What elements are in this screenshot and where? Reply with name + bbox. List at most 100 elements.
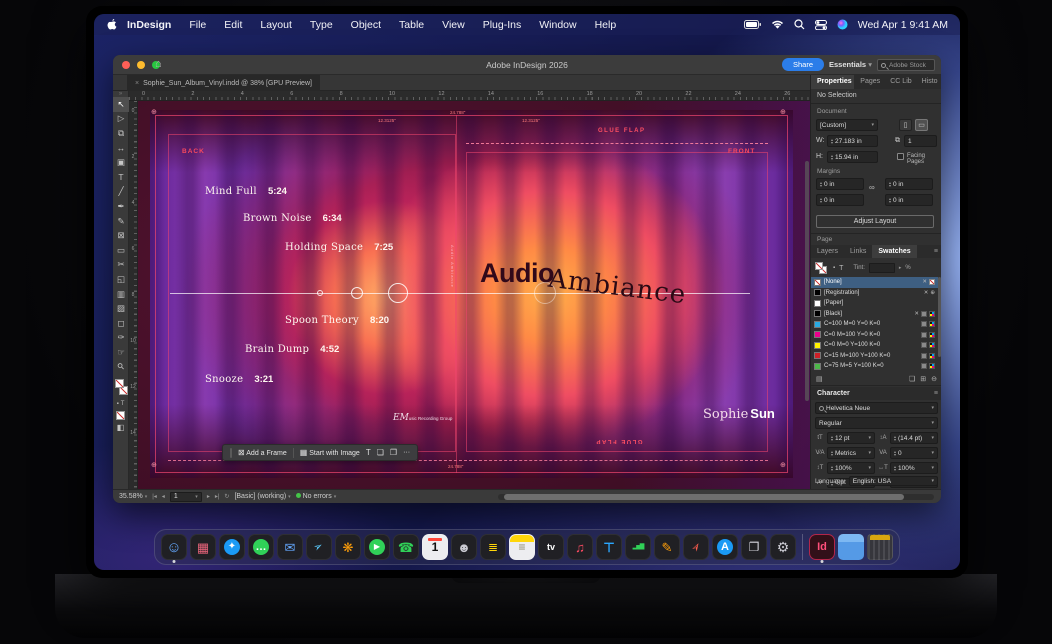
menu-help[interactable]: Help: [586, 19, 626, 31]
new-page-button[interactable]: ❏: [377, 448, 384, 457]
album-spread-artwork[interactable]: ⊕ ⊕ ⊕ ⊕ 24.788" 12.3125" 12.3125" 24.788…: [150, 110, 793, 478]
dock-icon-music[interactable]: ♫: [567, 534, 593, 560]
panel-tab-swatches[interactable]: Swatches: [872, 245, 916, 258]
free-transform-tool[interactable]: ◱: [113, 272, 129, 287]
dock-icon-mail[interactable]: ✉: [277, 534, 303, 560]
apple-menu-icon[interactable]: [106, 18, 117, 31]
dock-icon-indesign[interactable]: Id: [809, 534, 835, 560]
close-tab-icon[interactable]: ×: [135, 80, 139, 87]
panel-tab-links[interactable]: Links: [844, 245, 872, 258]
workspace-switcher[interactable]: Essentials ▾: [829, 60, 872, 69]
kerning-input[interactable]: ▴▾Metrics▾: [827, 447, 875, 459]
dock-icon-notes[interactable]: ≡: [509, 534, 535, 560]
dock-icon-tv[interactable]: tv: [538, 534, 564, 560]
track-item[interactable]: Holding Space7:25: [285, 242, 393, 253]
vertical-scale-input[interactable]: ▴▾100%▾: [827, 462, 875, 474]
facing-pages-checkbox[interactable]: [897, 153, 904, 160]
font-family-select[interactable]: Helvetica Neue▾: [815, 402, 938, 414]
pencil-tool[interactable]: ✎: [113, 214, 129, 229]
new-swatch-icon[interactable]: ⊞: [920, 375, 926, 383]
fill-swatch[interactable]: [115, 379, 124, 388]
dock-icon-messages[interactable]: …: [248, 534, 274, 560]
swatch-row[interactable]: [None]✕: [811, 277, 938, 288]
text-format-icon[interactable]: T: [839, 265, 843, 272]
dock-icon-photos[interactable]: ❋: [335, 534, 361, 560]
more-options-button[interactable]: ···: [403, 449, 410, 456]
dock-icon-facetime[interactable]: ▶: [364, 534, 390, 560]
panel-tab-properties[interactable]: Properties: [811, 75, 854, 89]
menu-layout[interactable]: Layout: [251, 19, 301, 31]
tracking-input[interactable]: ▴▾0▾: [890, 447, 938, 459]
contextual-task-bar[interactable]: ⊠ Add a Frame ▦ Start with Image T ❏ ❐ ·…: [222, 444, 418, 461]
swatch-row[interactable]: [Paper]: [811, 298, 938, 309]
font-size-input[interactable]: ▴▾12 pt▾: [827, 432, 875, 444]
menu-table[interactable]: Table: [390, 19, 433, 31]
menu-edit[interactable]: Edit: [215, 19, 251, 31]
album-title-audio[interactable]: Audio: [480, 258, 554, 289]
portrait-orientation-button[interactable]: ▯: [899, 119, 912, 131]
frame-tool[interactable]: ⊠: [113, 228, 129, 243]
swatch-row[interactable]: C=0 M=0 Y=100 K=0: [811, 340, 938, 351]
horizontal-ruler[interactable]: 02468101214161820222426: [129, 91, 810, 101]
album-title-ambiance[interactable]: Ambiance: [547, 264, 688, 311]
artist-name[interactable]: SophieSun: [703, 406, 775, 422]
language-select[interactable]: English: USA▾: [849, 476, 938, 486]
container-format-icon[interactable]: ▪: [833, 265, 835, 271]
timeline-node[interactable]: [388, 283, 408, 303]
track-item[interactable]: Brown Noise6:34: [243, 213, 342, 224]
menu-window[interactable]: Window: [530, 19, 585, 31]
canvas-pasteboard[interactable]: ⊕ ⊕ ⊕ ⊕ 24.788" 12.3125" 12.3125" 24.788…: [138, 101, 810, 489]
eyedropper-tool[interactable]: ✑: [113, 331, 129, 346]
menu-type[interactable]: Type: [301, 19, 342, 31]
swatch-row[interactable]: C=100 M=0 Y=0 K=0: [811, 319, 938, 330]
type-tool[interactable]: T: [113, 170, 129, 185]
canvas-vertical-scrollbar[interactable]: [805, 161, 809, 401]
dock-icon-safari[interactable]: ✦: [219, 534, 245, 560]
control-center-icon[interactable]: [815, 20, 827, 30]
spine-text[interactable]: Audio Ambiance: [450, 245, 455, 288]
link-margins-icon[interactable]: ∞: [869, 183, 875, 192]
dock-icon-downloads[interactable]: [838, 534, 864, 560]
page-number-input[interactable]: 1▾: [170, 492, 202, 502]
wifi-icon[interactable]: [771, 20, 784, 30]
character-panel-header[interactable]: Character ≡: [811, 387, 941, 400]
leading-input[interactable]: ▴▾(14.4 pt)▾: [890, 432, 938, 444]
menu-plugins[interactable]: Plug-Ins: [474, 19, 531, 31]
dock-icon-settings[interactable]: ⚙: [770, 534, 796, 560]
margin-top-input[interactable]: ▴▾0 in: [816, 178, 864, 190]
swatch-row[interactable]: C=75 M=5 Y=100 K=0: [811, 361, 938, 372]
width-input[interactable]: ▴▾27.183 in: [827, 135, 878, 147]
window-titlebar[interactable]: ⌂ Adobe InDesign 2026 Share Essentials ▾…: [113, 55, 941, 75]
swatch-row[interactable]: [Registration]✕⊕: [811, 288, 938, 299]
preflight-status[interactable]: No errors ▾: [296, 493, 337, 500]
formatting-affects-buttons[interactable]: ▪T: [113, 399, 128, 409]
note-tool[interactable]: ◻: [113, 316, 129, 331]
horizontal-scale-input[interactable]: ▴▾100%▾: [890, 462, 938, 474]
menu-clock[interactable]: Wed Apr 1 9:41 AM: [858, 19, 948, 31]
swatch-row[interactable]: C=15 M=100 Y=100 K=0: [811, 351, 938, 362]
page-tool[interactable]: ⧉: [113, 126, 129, 141]
first-page-button[interactable]: |◂: [152, 493, 157, 500]
swatches-scrollbar[interactable]: [938, 277, 941, 357]
screen-mode-button[interactable]: ◧: [113, 423, 128, 432]
margin-left-input[interactable]: ▴▾0 in: [885, 194, 933, 206]
page-size-preset-select[interactable]: [Custom]▾: [816, 119, 878, 131]
dock-icon-reminders[interactable]: ≣: [480, 534, 506, 560]
panel-menu-icon[interactable]: ≡: [934, 390, 941, 397]
swatch-fill-stroke[interactable]: [815, 262, 829, 275]
panel-menu-icon[interactable]: ≡: [934, 248, 941, 255]
fill-stroke-control[interactable]: [113, 377, 129, 399]
track-item[interactable]: Snooze3:21: [205, 374, 273, 385]
dock-icon-rocket[interactable]: ➢: [683, 534, 709, 560]
landscape-orientation-button[interactable]: ▭: [915, 119, 928, 131]
height-input[interactable]: ▴▾15.94 in: [827, 151, 878, 163]
direct-selection-tool[interactable]: ▷: [113, 112, 129, 127]
preflight-refresh-icon[interactable]: ↻: [224, 493, 229, 500]
glue-flap-label-bottom[interactable]: GLUE FLAP: [595, 438, 643, 444]
gap-tool[interactable]: ↔: [113, 141, 129, 156]
horizontal-scrollbar-thumb[interactable]: [504, 494, 904, 500]
gradient-tool[interactable]: ▥: [113, 287, 129, 302]
back-panel-label[interactable]: BACK: [182, 148, 205, 155]
page-settings-button[interactable]: ❐: [390, 448, 397, 457]
next-page-button[interactable]: ▸: [207, 493, 210, 500]
